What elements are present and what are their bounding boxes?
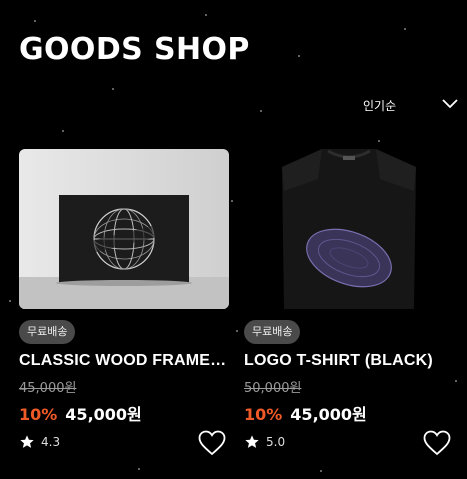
product-card[interactable]: 무료배송 LOGO T-SHIRT (BLACK) 50,000원 10% 45…	[244, 149, 454, 456]
price-row: 10% 45,000원	[19, 401, 142, 425]
sort-dropdown[interactable]: 인기순	[350, 95, 460, 119]
heart-icon[interactable]	[198, 430, 226, 456]
product-name[interactable]: LOGO T-SHIRT (BLACK)	[244, 352, 454, 370]
free-shipping-badge: 무료배송	[19, 320, 76, 344]
page-title: GOODS SHOP	[19, 32, 250, 67]
free-shipping-badge: 무료배송	[244, 320, 301, 344]
discount-rate: 10%	[244, 405, 283, 424]
product-name[interactable]: CLASSIC WOOD FRAME (L...	[19, 352, 229, 370]
sale-price: 45,000원	[290, 405, 367, 424]
rating: 5.0	[244, 434, 285, 450]
sort-label: 인기순	[363, 99, 397, 113]
original-price: 45,000원	[19, 381, 77, 396]
heart-icon[interactable]	[423, 430, 451, 456]
frame-image	[19, 149, 229, 309]
rating: 4.3	[19, 434, 60, 450]
star-icon	[20, 435, 34, 448]
product-card[interactable]: 무료배송 CLASSIC WOOD FRAME (L... 45,000원 10…	[19, 149, 229, 456]
discount-rate: 10%	[19, 405, 58, 424]
chevron-down-icon	[442, 99, 458, 109]
product-image-frame[interactable]	[19, 149, 229, 309]
price-row: 10% 45,000원	[244, 401, 367, 425]
rating-value: 4.3	[41, 435, 61, 449]
product-image-tshirt[interactable]	[244, 149, 454, 309]
original-price: 50,000원	[244, 381, 302, 396]
tshirt-image	[244, 149, 454, 309]
rating-value: 5.0	[266, 435, 286, 449]
star-icon	[245, 435, 259, 448]
sale-price: 45,000원	[65, 405, 142, 424]
